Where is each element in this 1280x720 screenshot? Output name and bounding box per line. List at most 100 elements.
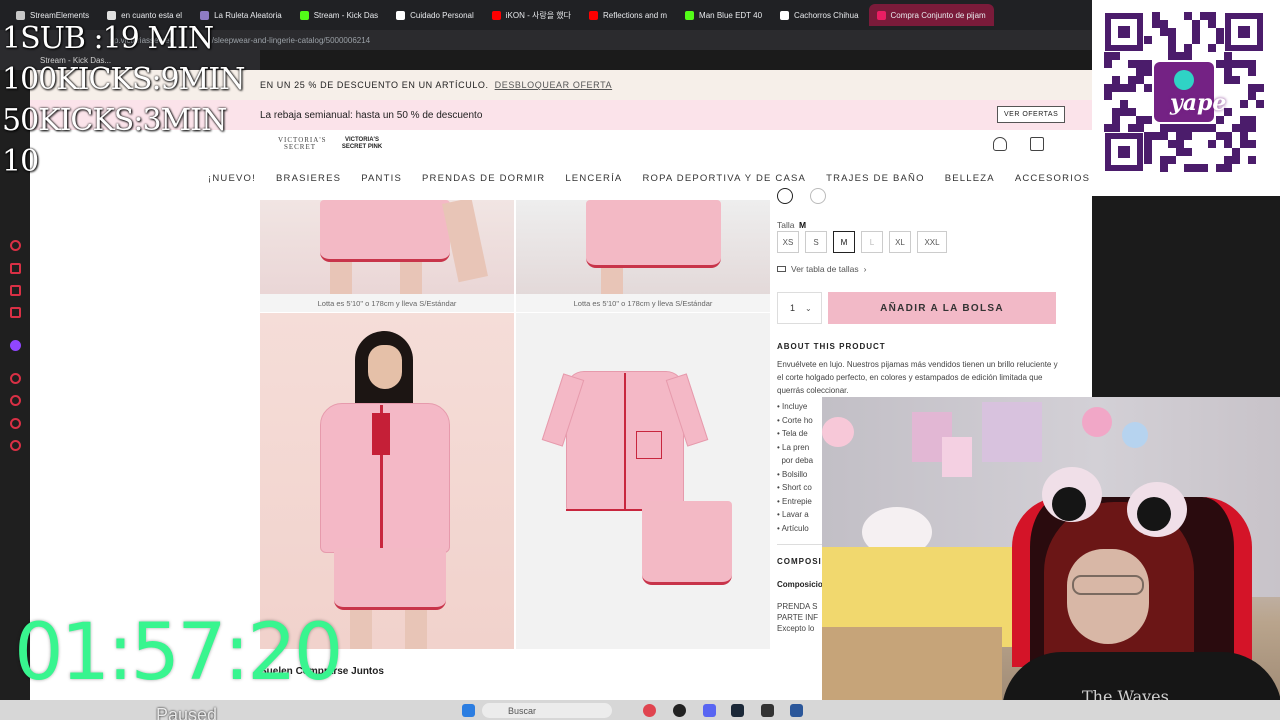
quantity-value: 1 [790,303,796,313]
nav-item[interactable]: ROPA DEPORTIVA Y DE CASA [642,173,806,184]
app-icon[interactable] [761,704,774,717]
about-heading: ABOUT THIS PRODUCT [777,342,886,351]
nav-item[interactable]: BRASIERES [276,173,341,184]
chevron-right-icon: › [863,264,867,274]
sidebar-app-icon[interactable] [10,307,21,318]
chevron-down-icon: ⌄ [805,303,812,313]
tab-label: Reflections and m [603,10,668,20]
nav-item[interactable]: PRENDAS DE DORMIR [422,173,545,184]
promo-top-text: EN UN 25 % DE DESCUENTO EN UN ARTÍCULO. [260,80,489,90]
yape-logo: yape [1170,90,1227,116]
donation-qr-panel: yape [1092,0,1280,196]
browser-tab[interactable]: Stream - Kick Das [292,4,386,26]
composition-line: Excepto lo [777,624,815,633]
size-option[interactable]: XS [777,231,799,253]
size-option[interactable]: XL [889,231,911,253]
unlock-offer-link[interactable]: DESBLOQUEAR OFERTA [495,80,613,90]
sidebar-app-icon[interactable] [10,240,21,251]
size-option[interactable]: XXL [917,231,947,253]
feature-item: • Tela de [777,429,808,438]
tab-label: Stream - Kick Das [313,10,379,20]
nav-item[interactable]: ACCESORIOS [1015,173,1090,184]
size-selector: XS S M L XL XXL [777,231,947,253]
victorias-secret-logo[interactable]: VICTORIA'S SECRET [278,137,325,151]
size-option[interactable]: M [833,231,855,253]
product-photo-side[interactable] [516,200,770,294]
sidebar-app-icon[interactable] [10,263,21,274]
sidebar-app-icon[interactable] [10,373,21,384]
nav-item[interactable]: LENCERÍA [565,173,622,184]
size-option[interactable]: L [861,231,883,253]
feature-item: • La pren [777,442,810,452]
size-option[interactable]: S [805,231,827,253]
brand-logos: VICTORIA'S SECRET VICTORIA'S SECRET PINK [278,137,388,151]
feature-item: • Corte ho [777,415,813,425]
history-icon[interactable] [10,395,21,406]
product-photo-model[interactable] [260,313,514,649]
tab-label: iKON - 사랑을 했다 [505,10,572,20]
pink-logo[interactable]: VICTORIA'S SECRET PINK [336,137,388,151]
feature-list: • Incluye • Corte ho • Tela de • La pren po… [777,400,813,535]
view-offers-button[interactable]: VER OFERTAS [997,106,1066,123]
timer-paused-label: Paused [156,705,218,720]
account-icon[interactable] [993,137,1007,151]
quantity-select[interactable]: 1 ⌄ [777,292,822,324]
browser-tab[interactable]: Reflections and m [581,4,675,26]
browser-tab[interactable]: Cachorros Chihua [772,4,866,26]
word-icon[interactable] [790,704,803,717]
opera-icon[interactable] [643,704,656,717]
tab-favicon-icon [780,10,790,20]
browser-tab[interactable]: Man Blue EDT 40 [677,4,770,26]
color-swatch[interactable] [777,188,793,204]
browser-tab[interactable]: iKON - 사랑을 했다 [484,4,579,26]
steam-icon[interactable] [731,704,744,717]
browser-tab[interactable]: Cuidado Personal [388,4,482,26]
windows-start-icon[interactable] [462,704,475,717]
product-photo-back[interactable] [260,200,514,294]
twitch-icon[interactable] [10,340,21,351]
composition-heading[interactable]: COMPOSI [777,557,822,566]
composition-lines: PRENDA S PARTE INF Excepto lo [777,601,818,634]
feature-item: • Incluye [777,402,808,411]
product-photo-flatlay[interactable] [516,313,770,649]
tab-favicon-icon [491,10,501,20]
shopping-bag-icon[interactable] [1030,137,1044,151]
feature-item: por deba [781,456,814,465]
tab-label: Cuidado Personal [410,10,474,20]
app-icon[interactable] [673,704,686,717]
feature-item: • Bolsillo [777,469,808,479]
settings-icon[interactable] [10,440,21,451]
feature-item: • Artículo [777,523,809,533]
taskbar-search[interactable]: Buscar [482,703,612,718]
size-chart-link[interactable]: Ver tabla de tallas [791,264,859,274]
browser-tab[interactable]: Compra Conjunto de pijam [868,4,994,26]
feature-item: • Short co [777,483,812,492]
tab-label: Compra Conjunto de pijam [890,10,986,20]
nav-item[interactable]: TRAJES DE BAÑO [826,173,925,184]
feature-item: • Lavar a [777,510,809,519]
about-text: Envuélvete en lujo. Nuestros pijamas más… [777,360,1058,395]
goal-line: 10 [2,144,39,179]
nav-item[interactable]: BELLEZA [945,173,995,184]
composition-line: PRENDA S [777,602,818,611]
tab-favicon-icon [876,10,886,20]
add-to-bag-button[interactable]: AÑADIR A LA BOLSA [828,292,1056,324]
qr-panel-background [1092,196,1280,396]
nav-item[interactable]: PANTIS [361,173,402,184]
webcam-feed: The Waves [822,397,1280,720]
discord-icon[interactable] [703,704,716,717]
tab-label: Cachorros Chihua [794,10,859,20]
subathon-goals: 1SUB :19 MIN 100KICKS:9MIN 50KICKS:3MIN 10 [2,18,245,182]
promo-sale-text: La rebaja semianual: hasta un 50 % de de… [260,109,483,121]
search-placeholder: Buscar [508,705,537,716]
tab-favicon-icon [299,10,309,20]
tab-label: Man Blue EDT 40 [699,10,763,20]
tab-favicon-icon [589,10,599,20]
goal-line: 1SUB :19 MIN [2,21,214,56]
sidebar-app-icon[interactable] [10,418,21,429]
model-caption: Lotta es 5'10" o 178cm y lleva S/Estánda… [516,294,770,312]
sidebar-app-icon[interactable] [10,285,21,296]
feature-item: • Entrepie [777,496,812,506]
size-chart-row[interactable]: Ver tabla de tallas › [777,264,866,274]
color-swatch[interactable] [810,188,826,204]
